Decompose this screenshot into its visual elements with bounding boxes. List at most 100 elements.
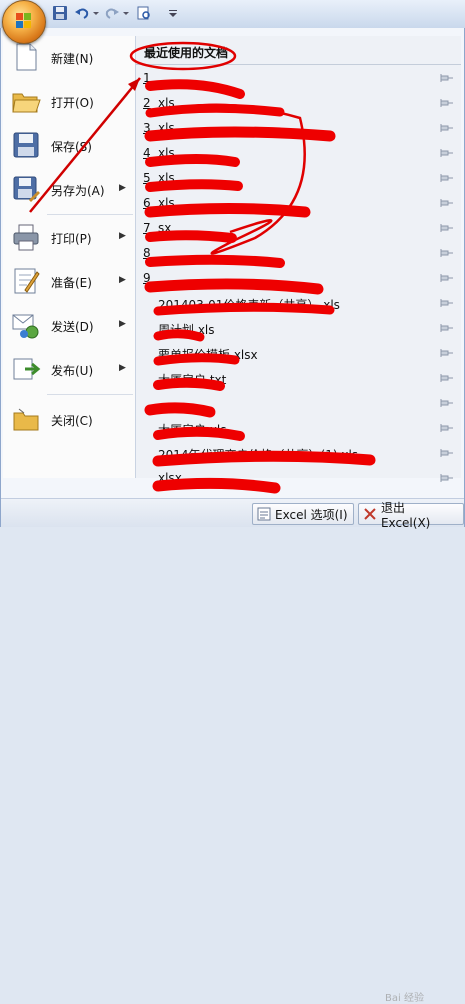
recent-document-item[interactable]: 周计划.xls — [136, 316, 461, 341]
submenu-arrow-icon: ▶ — [119, 319, 126, 329]
recent-document-name: xlsx — [158, 471, 182, 485]
pin-icon[interactable] — [440, 473, 454, 483]
pin-icon[interactable] — [440, 323, 454, 333]
excel-options-label: Excel 选项(I) — [275, 507, 348, 522]
recent-document-item[interactable]: xlsx — [136, 466, 461, 491]
quick-access-toolbar — [0, 0, 465, 29]
print-preview-icon[interactable] — [136, 5, 152, 21]
recent-document-number: 1 — [143, 71, 151, 85]
pin-icon[interactable] — [440, 298, 454, 308]
save-icon[interactable] — [52, 5, 68, 21]
recent-document-number: 7 — [143, 221, 151, 235]
recent-document-name: 大厦房户.xls — [158, 423, 227, 437]
options-icon — [257, 507, 271, 521]
pin-icon[interactable] — [440, 248, 454, 258]
recent-document-name: 周计划.xls — [158, 323, 215, 337]
printer-icon — [13, 224, 39, 251]
office-logo-icon — [16, 13, 31, 28]
recent-document-item[interactable]: 4 xls — [136, 141, 461, 166]
undo-dropdown-icon[interactable] — [92, 5, 100, 21]
recent-document-name: sx — [158, 221, 172, 235]
office-button[interactable] — [2, 0, 46, 44]
publish-icon — [13, 358, 41, 380]
recent-document-number: 4 — [143, 146, 151, 160]
recent-document-name: xls — [158, 171, 175, 185]
excel-options-button[interactable]: Excel 选项(I) — [252, 503, 354, 525]
recent-document-number: 9 — [143, 271, 151, 285]
publish-label: 发布(U) — [51, 364, 94, 378]
recent-document-item[interactable]: 201403-01价格表新（共享）.xls — [136, 291, 461, 316]
send-command[interactable]: 发送(D) ▶ — [3, 304, 135, 348]
floppy-disk-icon — [13, 132, 39, 158]
pin-icon[interactable] — [440, 173, 454, 183]
recent-documents-header: 最近使用的文档 — [136, 36, 461, 65]
open-folder-icon — [12, 93, 41, 113]
recent-document-number: 2 — [143, 96, 151, 110]
print-command[interactable]: 打印(P) ▶ — [3, 216, 135, 260]
pin-icon[interactable] — [440, 273, 454, 283]
recent-document-number: 3 — [143, 121, 151, 135]
open-command[interactable]: 打开(O) — [3, 80, 135, 124]
pin-icon[interactable] — [440, 398, 454, 408]
recent-document-item[interactable] — [136, 391, 461, 416]
save-as-icon — [13, 176, 40, 202]
pin-icon[interactable] — [440, 148, 454, 158]
exit-excel-label: 退出 Excel(X) — [380, 500, 431, 530]
pin-icon[interactable] — [440, 373, 454, 383]
recent-document-number: 6 — [143, 196, 151, 210]
recent-document-name: xls — [158, 196, 175, 210]
publish-command[interactable]: 发布(U) ▶ — [3, 348, 135, 392]
close-folder-icon — [13, 408, 39, 431]
command-pane: 新建(N) 打开(O) 保存(S) 另存为(A) ▶ 打印(P) ▶ 准备(E)… — [3, 36, 136, 478]
recent-document-item[interactable]: 大厦房户.xls — [136, 416, 461, 441]
pin-icon[interactable] — [440, 198, 454, 208]
customize-dropdown-icon[interactable] — [168, 5, 178, 21]
submenu-arrow-icon: ▶ — [119, 183, 126, 193]
recent-document-item[interactable]: 3 xls — [136, 116, 461, 141]
recent-document-name: xls — [158, 96, 175, 110]
pin-icon[interactable] — [440, 348, 454, 358]
exit-excel-button[interactable]: 退出 Excel(X) — [358, 501, 464, 530]
pin-icon[interactable] — [440, 73, 454, 83]
recent-document-item[interactable]: 1 — [136, 66, 461, 91]
recent-document-item[interactable]: 要单报价模板.xlsx — [136, 341, 461, 366]
recent-document-name: 要单报价模板.xlsx — [158, 348, 258, 362]
new-label: 新建(N) — [51, 52, 94, 66]
prepare-icon — [14, 268, 40, 294]
recent-document-item[interactable]: 8 — [136, 241, 461, 266]
prepare-label: 准备(E) — [51, 276, 92, 290]
submenu-arrow-icon: ▶ — [119, 231, 126, 241]
recent-document-name: xls — [158, 146, 175, 160]
save-as-command[interactable]: 另存为(A) ▶ — [3, 168, 135, 212]
separator — [47, 214, 133, 215]
recent-documents-pane: 最近使用的文档 1 2 xls 3 xls 4 xls 5 xls 6 xls 7 sx 8 9 201403… — [136, 36, 461, 485]
recent-document-name: 201403-01价格表新（共享）.xls — [158, 298, 340, 312]
recent-document-item[interactable]: 7 sx — [136, 216, 461, 241]
save-as-label: 另存为(A) — [51, 184, 105, 198]
close-x-icon — [364, 508, 376, 520]
recent-document-item[interactable]: 2 xls — [136, 91, 461, 116]
recent-document-item[interactable]: 大厦房户.txt — [136, 366, 461, 391]
pin-icon[interactable] — [440, 448, 454, 458]
recent-document-item[interactable]: 5 xls — [136, 166, 461, 191]
recent-documents-title: 最近使用的文档 — [144, 46, 229, 60]
send-icon — [12, 314, 39, 339]
recent-document-item[interactable]: 2014年代理商户价格（共享）(1).xls — [136, 441, 461, 466]
recent-document-name: 大厦房户.txt — [158, 373, 227, 387]
redo-icon[interactable] — [104, 5, 120, 21]
pin-icon[interactable] — [440, 223, 454, 233]
recent-document-name: 2014年代理商户价格（共享）(1).xls — [158, 448, 359, 462]
redo-dropdown-icon[interactable] — [122, 5, 130, 21]
close-command[interactable]: 关闭(C) — [3, 398, 135, 442]
pin-icon[interactable] — [440, 123, 454, 133]
recent-document-item[interactable]: 6 xls — [136, 191, 461, 216]
recent-document-item[interactable]: 9 — [136, 266, 461, 291]
pin-icon[interactable] — [440, 98, 454, 108]
close-label: 关闭(C) — [51, 414, 93, 428]
prepare-command[interactable]: 准备(E) ▶ — [3, 260, 135, 304]
pin-icon[interactable] — [440, 423, 454, 433]
save-command[interactable]: 保存(S) — [3, 124, 135, 168]
save-label: 保存(S) — [51, 140, 92, 154]
undo-icon[interactable] — [74, 5, 90, 21]
recent-document-number: 8 — [143, 246, 151, 260]
